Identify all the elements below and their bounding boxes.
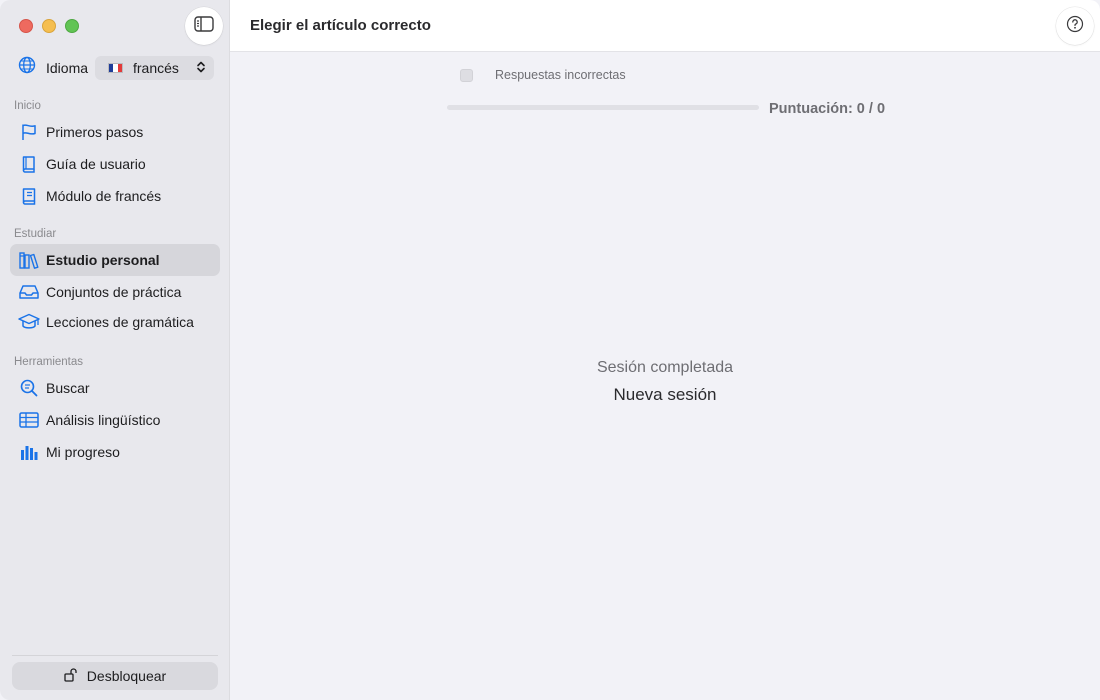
sidebar-item-label: Guía de usuario	[46, 156, 146, 172]
sidebar-item-label: Primeros pasos	[46, 124, 144, 140]
books-icon	[18, 249, 40, 271]
close-window-button[interactable]	[19, 19, 33, 33]
graduation-cap-icon	[18, 311, 40, 333]
chevron-up-down-icon	[196, 60, 206, 77]
sidebar-toggle-button[interactable]	[185, 7, 223, 45]
language-value: francés	[133, 60, 179, 76]
sidebar-item-lecciones-de-gramatica[interactable]: Lecciones de gramática	[10, 306, 220, 338]
sidebar-left-icon	[194, 15, 214, 37]
minimize-window-button[interactable]	[42, 19, 56, 33]
maximize-window-button[interactable]	[65, 19, 79, 33]
book-text-icon	[18, 185, 40, 207]
session-status: Sesión completada	[596, 359, 734, 376]
book-icon	[18, 153, 40, 175]
toolbar: Elegir el artículo correcto	[230, 0, 1100, 52]
language-row: Idioma	[18, 56, 88, 79]
table-icon	[18, 409, 40, 431]
search-icon	[18, 377, 40, 399]
sidebar-divider	[12, 655, 218, 656]
sidebar-item-guia-de-usuario[interactable]: Guía de usuario	[10, 148, 220, 180]
sidebar-item-estudio-personal[interactable]: Estudio personal	[10, 244, 220, 276]
sidebar-item-buscar[interactable]: Buscar	[10, 372, 220, 404]
language-select[interactable]: francés	[95, 56, 214, 80]
sidebar-item-analisis-linguistico[interactable]: Análisis lingüístico	[10, 404, 220, 436]
new-session-container: Nueva sesión	[230, 385, 1100, 405]
sidebar-item-primeros-pasos[interactable]: Primeros pasos	[10, 116, 220, 148]
page-title: Elegir el artículo correcto	[250, 17, 431, 34]
wrong-answers-toggle[interactable]: Respuestas incorrectas	[460, 68, 626, 82]
sidebar-item-label: Módulo de francés	[46, 188, 162, 204]
sidebar-item-modulo-de-frances[interactable]: Módulo de francés	[10, 180, 220, 212]
help-button[interactable]	[1056, 7, 1094, 45]
section-header-estudiar: Estudiar	[14, 228, 57, 240]
sidebar-item-label: Lecciones de gramática	[46, 314, 194, 330]
sidebar-item-label: Buscar	[46, 380, 90, 396]
tray-icon	[18, 281, 40, 303]
sidebar-item-conjuntos-de-practica[interactable]: Conjuntos de práctica	[10, 276, 220, 308]
bar-chart-icon	[18, 441, 40, 463]
flag-icon	[18, 121, 40, 143]
section-header-herramientas: Herramientas	[14, 356, 84, 368]
language-label: Idioma	[46, 59, 89, 76]
sidebar: Idioma francés Inicio Primeros pasos Guí…	[0, 0, 230, 700]
progress-bar	[447, 105, 759, 110]
sidebar-item-mi-progreso[interactable]: Mi progreso	[10, 436, 220, 468]
help-icon	[1066, 15, 1084, 38]
sidebar-item-label: Mi progreso	[46, 444, 120, 460]
score-label: Puntuación: 0 / 0	[769, 101, 886, 117]
app-window: Idioma francés Inicio Primeros pasos Guí…	[0, 0, 1100, 700]
france-flag-icon	[108, 63, 123, 73]
window-controls	[19, 19, 79, 33]
section-header-inicio: Inicio	[14, 100, 41, 112]
sidebar-item-label: Análisis lingüístico	[46, 412, 161, 428]
globe-icon	[18, 56, 36, 79]
unlock-label: Desbloquear	[86, 668, 167, 684]
wrong-answers-checkbox[interactable]	[460, 68, 473, 82]
wrong-answers-label: Respuestas incorrectas	[495, 68, 626, 82]
unlock-button[interactable]: Desbloquear	[12, 662, 218, 690]
sidebar-item-label: Conjuntos de práctica	[46, 284, 182, 300]
unlock-icon	[64, 667, 87, 685]
new-session-button[interactable]: Nueva sesión	[613, 385, 716, 404]
main-content: Elegir el artículo correcto Respuestas i…	[230, 0, 1100, 700]
sidebar-item-label: Estudio personal	[46, 252, 160, 268]
